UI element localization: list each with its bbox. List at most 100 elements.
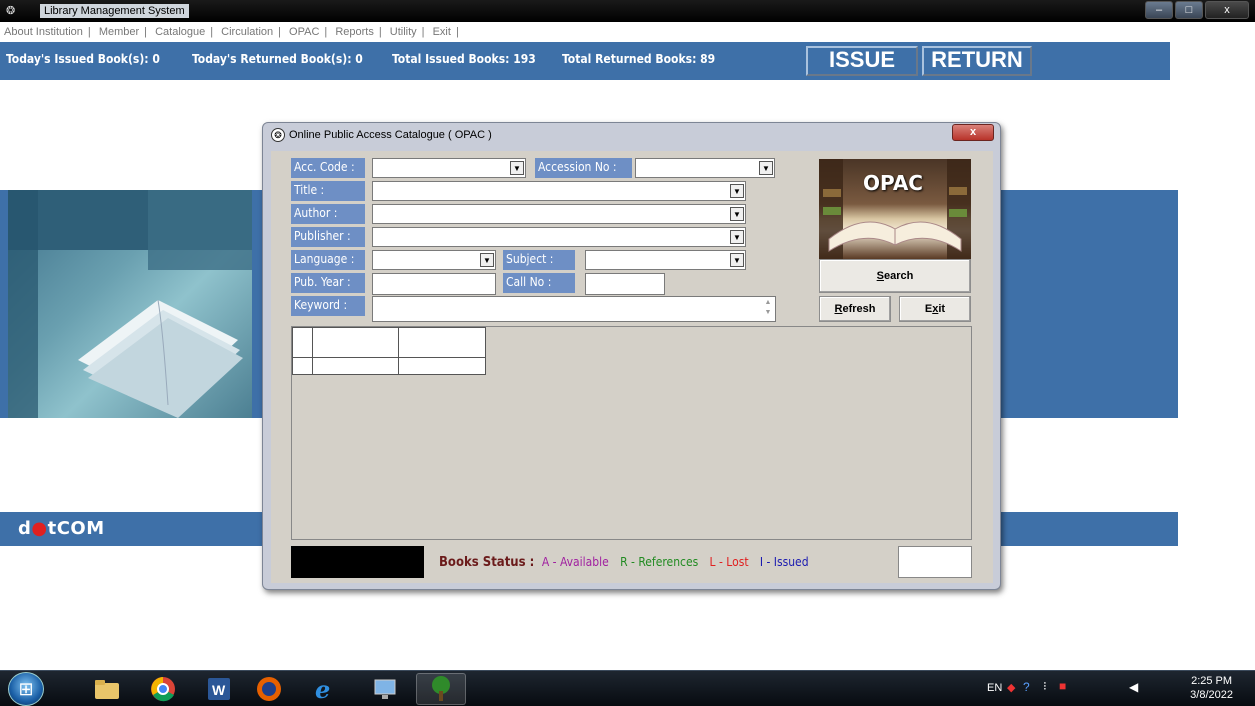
chevron-down-icon[interactable]: ▼ bbox=[480, 253, 494, 267]
menu-catalogue[interactable]: Catalogue bbox=[155, 26, 205, 38]
menu-exit[interactable]: Exit bbox=[433, 26, 451, 38]
tree-icon bbox=[432, 676, 450, 701]
chrome-logo-icon bbox=[151, 677, 175, 702]
library-app-taskbar-button[interactable] bbox=[416, 673, 466, 705]
menu-separator: | bbox=[278, 26, 281, 38]
ie-logo-icon: e bbox=[315, 676, 330, 702]
chevron-down-icon[interactable]: ▼ bbox=[759, 161, 773, 175]
app-titlebar: ❂ Library Management System – □ x bbox=[0, 0, 1255, 22]
menu-bar: About Institution | Member | Catalogue | Ci… bbox=[0, 22, 1255, 42]
refresh-label: efresh bbox=[842, 303, 876, 315]
language-indicator[interactable]: EN bbox=[987, 682, 1002, 694]
menu-member[interactable]: Member bbox=[99, 26, 139, 38]
language-combo[interactable]: ▼ bbox=[372, 250, 496, 270]
monitor-icon bbox=[374, 679, 396, 699]
menu-opac[interactable]: OPAC bbox=[289, 26, 319, 38]
issue-button[interactable]: ISSUE bbox=[806, 46, 918, 76]
publisher-label: Publisher : bbox=[291, 227, 365, 247]
title-label: Title : bbox=[291, 181, 365, 201]
record-count-box bbox=[291, 546, 424, 578]
column-header-cell[interactable] bbox=[312, 327, 399, 358]
svg-text:e: e bbox=[315, 676, 330, 702]
menu-separator: | bbox=[87, 26, 91, 38]
publisher-combo[interactable]: ▼ bbox=[372, 227, 746, 247]
return-button[interactable]: RETURN bbox=[922, 46, 1032, 76]
library-photo bbox=[8, 190, 252, 418]
keyword-input[interactable]: ▲ ▼ bbox=[372, 296, 776, 322]
table-cell[interactable] bbox=[312, 357, 399, 375]
menu-separator: | bbox=[421, 26, 425, 38]
menu-about-institution[interactable]: About Institution bbox=[4, 26, 83, 38]
close-button[interactable]: x bbox=[1205, 1, 1249, 19]
opac-dialog: ❂ Online Public Access Catalogue ( OPAC )… bbox=[262, 122, 1001, 590]
window-controls: – □ x bbox=[1145, 1, 1249, 19]
antivirus-icon[interactable]: ■ bbox=[1059, 679, 1066, 693]
exit-button[interactable]: Exit bbox=[899, 296, 971, 322]
menu-separator: | bbox=[144, 26, 148, 38]
network-icon[interactable]: ⁝ bbox=[1043, 679, 1047, 693]
acc-code-combo[interactable]: ▼ bbox=[372, 158, 526, 178]
firefox-icon[interactable] bbox=[244, 673, 294, 705]
explorer-icon[interactable] bbox=[82, 673, 132, 705]
status-lost: L - Lost bbox=[709, 555, 749, 569]
accession-no-combo[interactable]: ▼ bbox=[635, 158, 775, 178]
word-icon[interactable]: W bbox=[194, 673, 244, 705]
todays-returned-stat: Today's Returned Book(s): 0 bbox=[192, 52, 363, 66]
column-header-cell[interactable] bbox=[398, 327, 486, 358]
chevron-down-icon[interactable]: ▼ bbox=[510, 161, 524, 175]
desktop-screen: ❂ Library Management System – □ x About … bbox=[0, 0, 1255, 706]
brand-prefix: d bbox=[18, 518, 32, 539]
control-panel-icon[interactable] bbox=[360, 673, 410, 705]
subject-combo[interactable]: ▼ bbox=[585, 250, 746, 270]
app-title: Library Management System bbox=[40, 4, 189, 18]
dialog-titlebar: ❂ Online Public Access Catalogue ( OPAC ) bbox=[271, 128, 492, 148]
spin-arrows-icon[interactable]: ▲ ▼ bbox=[762, 298, 774, 320]
chevron-down-icon[interactable]: ▼ bbox=[730, 184, 744, 198]
chevron-down-icon[interactable]: ▼ bbox=[730, 253, 744, 267]
menu-circulation[interactable]: Circulation bbox=[221, 26, 273, 38]
menu-utility[interactable]: Utility bbox=[390, 26, 417, 38]
row-selector-cell[interactable] bbox=[292, 357, 313, 375]
chevron-down-icon[interactable]: ▼ bbox=[730, 207, 744, 221]
search-button[interactable]: Search bbox=[819, 259, 971, 293]
table-row[interactable] bbox=[292, 357, 486, 375]
row-header-cell bbox=[292, 327, 313, 358]
keyword-label: Keyword : bbox=[291, 296, 365, 316]
chrome-icon[interactable] bbox=[138, 673, 188, 705]
results-grid[interactable] bbox=[291, 326, 972, 540]
author-label: Author : bbox=[291, 204, 365, 224]
title-combo[interactable]: ▼ bbox=[372, 181, 746, 201]
search-hotkey: S bbox=[876, 270, 884, 282]
dialog-title: Online Public Access Catalogue ( OPAC ) bbox=[289, 128, 492, 141]
dialog-icon: ❂ bbox=[271, 128, 285, 142]
status-references: R - References bbox=[620, 555, 699, 569]
maximize-button[interactable]: □ bbox=[1175, 1, 1203, 19]
todays-issued-stat: Today's Issued Book(s): 0 bbox=[6, 52, 160, 66]
help-icon[interactable]: ? bbox=[1023, 680, 1030, 694]
dialog-close-button[interactable]: x bbox=[952, 124, 994, 141]
library-book-illustration bbox=[8, 190, 252, 418]
start-button[interactable]: ⊞ bbox=[8, 672, 44, 706]
table-cell[interactable] bbox=[398, 357, 486, 375]
status-issued: I - Issued bbox=[759, 555, 809, 569]
call-no-input[interactable] bbox=[585, 273, 665, 295]
menu-reports[interactable]: Reports bbox=[335, 26, 374, 38]
refresh-button[interactable]: Refresh bbox=[819, 296, 891, 322]
pub-year-input[interactable] bbox=[372, 273, 496, 295]
table-header-row bbox=[292, 327, 486, 358]
dialog-body: Acc. Code : ▼ Accession No : ▼ Title : ▼… bbox=[271, 151, 993, 583]
author-combo[interactable]: ▼ bbox=[372, 204, 746, 224]
internet-explorer-icon[interactable]: e bbox=[300, 673, 350, 705]
flag-icon[interactable]: ◆ bbox=[1007, 681, 1015, 694]
minimize-button[interactable]: – bbox=[1145, 1, 1173, 19]
brand-dot: ● bbox=[31, 518, 48, 539]
clock[interactable]: 2:25 PM 3/8/2022 bbox=[1190, 674, 1233, 702]
chevron-down-icon[interactable]: ▼ bbox=[730, 230, 744, 244]
subject-label: Subject : bbox=[503, 250, 575, 270]
volume-muted-icon[interactable]: ◀ bbox=[1129, 680, 1138, 694]
search-label: earch bbox=[883, 270, 914, 282]
exit-label-end: it bbox=[938, 303, 946, 315]
opac-image-title: OPAC bbox=[863, 171, 923, 195]
language-label: Language : bbox=[291, 250, 365, 270]
firefox-logo-icon bbox=[257, 677, 281, 701]
